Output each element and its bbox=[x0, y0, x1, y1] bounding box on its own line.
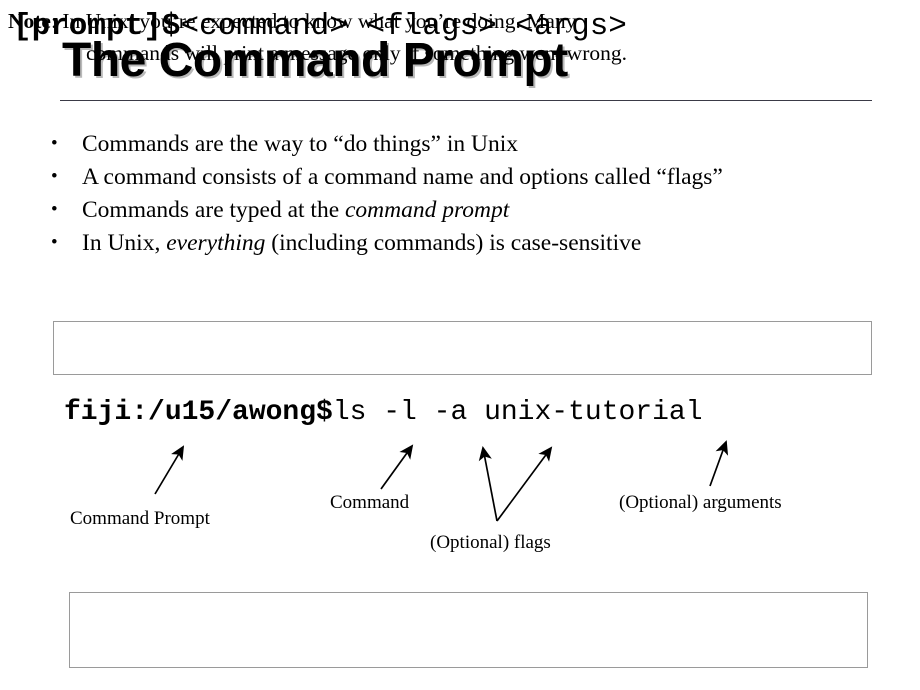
slide-canvas: The Command Prompt • Commands are the wa… bbox=[0, 0, 920, 690]
bullet-marker: • bbox=[51, 133, 58, 154]
note-callout-box bbox=[69, 592, 868, 668]
arrow-command-prompt bbox=[154, 445, 185, 495]
note-separator: : bbox=[50, 9, 63, 33]
bullet-list: • Commands are the way to “do things” in… bbox=[46, 128, 876, 260]
list-item: • Commands are the way to “do things” in… bbox=[46, 128, 876, 160]
arrow-flags-left bbox=[478, 445, 498, 522]
bullet-marker: • bbox=[51, 166, 58, 187]
note-line-1: In Unix, you’re expected to know what yo… bbox=[62, 9, 577, 33]
list-item-text: A command consists of a command name and… bbox=[82, 161, 876, 193]
list-item-text: Commands are typed at the command prompt bbox=[82, 194, 876, 226]
emphasis-command-prompt: command prompt bbox=[345, 197, 510, 223]
title-divider bbox=[60, 100, 872, 101]
list-item: • Commands are typed at the command prom… bbox=[46, 194, 876, 226]
annotation-label-command: Command bbox=[330, 492, 410, 513]
bullet-marker: • bbox=[51, 199, 58, 220]
note-text: Note: In Unix, you’re expected to know w… bbox=[8, 5, 790, 69]
annotation-label-arguments: (Optional) arguments bbox=[619, 492, 782, 513]
arrow-arguments bbox=[709, 440, 729, 487]
emphasis-everything: everything bbox=[166, 230, 266, 256]
list-item-text: In Unix, everything (including commands)… bbox=[82, 227, 876, 259]
example-prompt-token: fiji:/u15/awong$ bbox=[64, 397, 333, 428]
note-label: Note bbox=[8, 9, 51, 33]
note-line-2: commands will print a message only if so… bbox=[86, 41, 627, 65]
arrow-command bbox=[380, 444, 414, 490]
example-command-line: fiji:/u15/awong$ls -l -a unix-tutorial bbox=[64, 396, 703, 430]
list-item: • A command consists of a command name a… bbox=[46, 161, 876, 193]
text-segment: A command consists of a command name and… bbox=[82, 164, 723, 190]
annotation-label-flags: (Optional) flags bbox=[430, 532, 551, 553]
list-item: • In Unix, everything (including command… bbox=[46, 227, 876, 259]
example-command-token: ls -l -a unix-tutorial bbox=[332, 397, 703, 428]
text-segment: Commands are typed at the bbox=[82, 197, 345, 223]
bullet-marker: • bbox=[51, 232, 58, 253]
annotation-label-command-prompt: Command Prompt bbox=[70, 508, 210, 529]
syntax-callout-box bbox=[53, 321, 872, 375]
list-item-text: Commands are the way to “do things” in U… bbox=[82, 128, 876, 160]
text-segment: In Unix, bbox=[82, 230, 167, 256]
text-segment: (including commands) is case-sensitive bbox=[265, 230, 642, 256]
arrow-flags-right bbox=[496, 446, 553, 522]
text-segment: Commands are the way to “do things” in U… bbox=[82, 131, 518, 157]
